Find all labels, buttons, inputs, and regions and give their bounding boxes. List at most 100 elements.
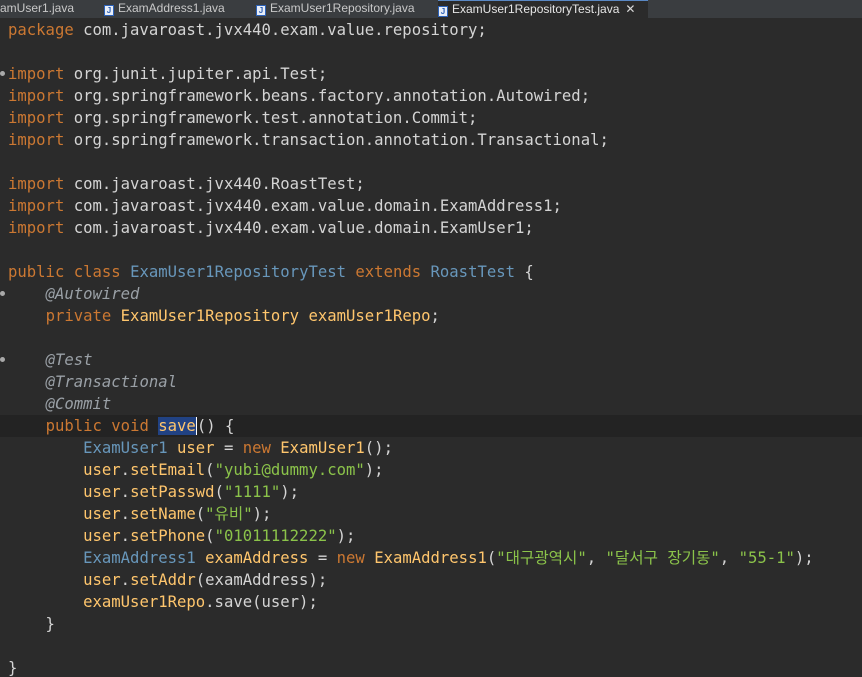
code-line[interactable]: examUser1Repo.save(user); [0,591,862,613]
code-token: . [120,461,131,479]
code-line[interactable]: @Test [0,349,862,371]
code-line[interactable]: import org.springframework.test.annotati… [0,107,862,129]
tab-2[interactable]: J ExamAddress1.java [104,0,244,18]
code-line[interactable]: user.setName("유비"); [0,503,862,525]
code-token: user [83,483,121,501]
code-token: user [83,461,121,479]
code-token: "대구광역시" [496,549,587,567]
code-line[interactable]: } [0,613,862,635]
code-line[interactable]: @Transactional [0,371,862,393]
code-token: new [336,549,365,567]
code-line[interactable]: user.setAddr(examAddress); [0,569,862,591]
code-line[interactable]: ExamAddress1 examAddress = new ExamAddre… [0,547,862,569]
code-editor[interactable]: package com.javaroast.jvx440.exam.value.… [0,19,862,677]
code-token: org.junit.jupiter.api.Test; [64,65,328,83]
code-token: user [83,527,121,545]
code-token: ( [205,461,215,479]
code-line[interactable]: } [0,657,862,677]
code-token: @Commit [45,395,112,413]
tab-1[interactable]: amUser1.java [0,0,86,18]
code-token: () { [195,417,235,435]
tab-3[interactable]: J ExamUser1Repository.java [256,0,424,18]
code-line[interactable] [0,151,862,173]
code-token: examAddress [205,549,309,567]
code-token: org.springframework.test.annotation.Comm… [64,109,478,127]
tab-4[interactable]: J ExamUser1RepositoryTest.java ✕ [438,0,648,18]
code-token: "유비" [205,505,253,523]
code-token: private [45,307,112,325]
code-line[interactable]: @Autowired [0,283,862,305]
code-token: { [515,263,534,281]
code-line[interactable]: import com.javaroast.jvx440.exam.value.d… [0,217,862,239]
code-token: save [158,417,196,435]
code-token: examUser1Repo [308,307,431,325]
code-line[interactable]: user.setEmail("yubi@dummy.com"); [0,459,862,481]
code-line[interactable]: package com.javaroast.jvx440.exam.value.… [0,19,862,41]
code-token: ( [214,483,224,501]
code-line[interactable] [0,41,862,63]
code-line[interactable] [0,239,862,261]
code-token: , [586,549,606,567]
code-token: setPhone [130,527,206,545]
tab-label: ExamUser1RepositoryTest.java [452,2,620,16]
code-token: import [8,219,65,237]
java-file-icon: J [104,5,114,16]
code-token: org.springframework.beans.factory.annota… [64,87,591,105]
code-token: void [111,417,149,435]
code-token: user [83,505,121,523]
code-line[interactable]: import com.javaroast.jvx440.RoastTest; [0,173,862,195]
code-token: org.springframework.transaction.annotati… [64,131,609,149]
code-token: import [8,109,65,127]
code-token: examUser1Repo [83,593,206,611]
fold-marker-icon[interactable] [0,291,5,296]
code-token: user [83,571,121,589]
code-line[interactable]: user.setPhone("01011112222"); [0,525,862,547]
code-line[interactable]: import org.springframework.transaction.a… [0,129,862,151]
code-token: class [73,263,121,281]
code-line[interactable]: private ExamUser1Repository examUser1Rep… [0,305,862,327]
code-token: @Transactional [45,373,177,391]
code-token: ); [280,483,300,501]
code-token: "01011112222" [214,527,337,545]
code-line[interactable]: import org.springframework.beans.factory… [0,85,862,107]
code-token: } [8,659,18,677]
code-token: ); [336,527,356,545]
code-token: ExamUser1 [280,439,365,457]
fold-marker-icon[interactable] [0,357,5,362]
close-icon[interactable]: ✕ [625,2,635,16]
code-token: . [120,571,131,589]
code-line[interactable]: public void save() { [0,415,862,437]
code-line[interactable]: import org.junit.jupiter.api.Test; [0,63,862,85]
code-token: package [8,21,74,39]
code-token: .save(user); [205,593,318,611]
code-line[interactable] [0,635,862,657]
code-token: = [214,439,243,457]
code-token: RoastTest [430,263,516,281]
code-token: setAddr [130,571,196,589]
code-line[interactable]: ExamUser1 user = new ExamUser1(); [0,437,862,459]
code-line[interactable]: public class ExamUser1RepositoryTest ext… [0,261,862,283]
code-token: ExamUser1Repository [120,307,300,325]
code-line[interactable]: @Commit [0,393,862,415]
code-line[interactable]: import com.javaroast.jvx440.exam.value.d… [0,195,862,217]
code-token: , [719,549,739,567]
code-token: ; [430,307,440,325]
fold-marker-icon[interactable] [0,71,5,76]
code-line[interactable] [0,327,862,349]
code-token: (); [364,439,393,457]
code-line[interactable]: user.setPasswd("1111"); [0,481,862,503]
code-token: setPasswd [130,483,215,501]
